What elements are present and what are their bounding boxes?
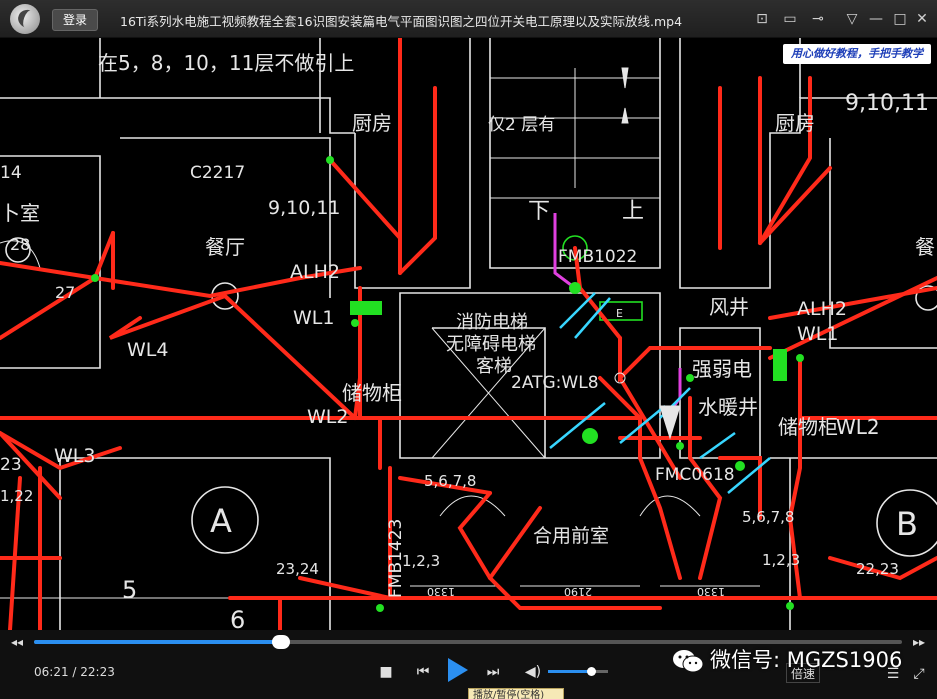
- close-icon[interactable]: ✕: [912, 9, 932, 29]
- cad-circle-b: B: [896, 505, 918, 543]
- fullscreen-icon[interactable]: ⤢: [908, 664, 930, 684]
- cad-alh2-left: ALH2: [290, 261, 340, 283]
- cad-storage-left: 储物柜: [342, 381, 402, 405]
- progress-handle[interactable]: [271, 635, 290, 649]
- panel-alh2-left: [350, 301, 382, 315]
- cad-passenger: 客梯: [476, 356, 512, 377]
- cad-e-box: E: [616, 307, 623, 320]
- cad-kitchen-right: 厨房: [775, 111, 815, 135]
- cad-dining-right: 餐: [915, 235, 935, 259]
- cad-wl1-left: WL1: [293, 307, 334, 329]
- progress-fill: [34, 640, 281, 644]
- cad-wl3: WL3: [54, 445, 95, 467]
- time-display: 06:21 / 22:23: [34, 665, 115, 679]
- cad-barrier-free: 无障碍电梯: [446, 334, 536, 355]
- next-icon[interactable]: ⏭: [484, 662, 502, 682]
- player-logo-icon[interactable]: [10, 4, 40, 34]
- cad-1-22: 1,22: [0, 487, 33, 505]
- list-icon[interactable]: ☰: [884, 664, 902, 684]
- cad-23: 23: [0, 455, 22, 475]
- volume-fill: [548, 670, 592, 673]
- previous-icon[interactable]: ⏮: [414, 662, 432, 682]
- wechat-watermark: 微信号: MGZS1906: [672, 643, 902, 677]
- cad-kitchen-left: 厨房: [352, 111, 392, 135]
- cad-fire-elevator: 消防电梯: [456, 312, 528, 333]
- cad-27: 27: [55, 283, 75, 302]
- play-tooltip: 播放/暂停(空格): [468, 688, 564, 699]
- wechat-text: 微信号: MGZS1906: [710, 648, 903, 672]
- cad-dining: 餐厅: [205, 235, 245, 259]
- cad-wind-shaft: 风井: [709, 295, 749, 319]
- cad-circle-a: A: [210, 502, 232, 540]
- cad-wl4: WL4: [127, 339, 168, 361]
- volume-handle[interactable]: [587, 667, 597, 676]
- wechat-icon: [673, 650, 704, 673]
- minimize-icon[interactable]: —: [866, 9, 886, 29]
- cad-5678-left: 5,6,7,8: [424, 472, 476, 490]
- cad-up: 上: [622, 199, 644, 224]
- login-button[interactable]: 登录: [52, 9, 98, 31]
- cad-common-front: 合用前室: [533, 525, 609, 547]
- cad-dim-1330-right: 1330: [697, 585, 725, 598]
- cad-28: 28: [10, 235, 30, 254]
- stop-icon[interactable]: ■: [378, 662, 394, 682]
- cad-alh2-right: ALH2: [797, 298, 847, 320]
- cad-storage-right: 储物柜: [778, 415, 838, 439]
- cad-fmb1423: FMB1423: [386, 519, 406, 598]
- cad-fmb1022: FMB1022: [558, 247, 637, 267]
- seek-forward-icon[interactable]: ▸▸: [910, 632, 928, 652]
- cad-fmc: FMC0618: [655, 465, 735, 485]
- play-pause-button[interactable]: [448, 658, 468, 682]
- seek-back-icon[interactable]: ◂◂: [8, 632, 26, 652]
- pin-icon[interactable]: ⊸: [808, 9, 828, 29]
- folder-icon[interactable]: ▭: [780, 9, 800, 29]
- cad-14: 14: [0, 163, 22, 183]
- cad-down: 下: [528, 199, 550, 224]
- cad-dim-2190: 2190: [564, 585, 592, 598]
- volume-icon[interactable]: ◀): [524, 662, 542, 682]
- cad-123-left: 1,2,3: [402, 552, 440, 570]
- cad-wl2-left: WL2: [307, 406, 348, 428]
- cad-bedroom-left: 卜室: [0, 201, 40, 225]
- cad-only-2f: 仅2 层有: [488, 115, 555, 135]
- cad-9-10-11-right: 9,10,11: [845, 91, 929, 116]
- panel-alh2-right: [773, 349, 787, 381]
- cad-wl1-right: WL1: [797, 323, 838, 345]
- cad-strong-weak: 强弱电: [692, 357, 752, 381]
- cad-2324: 23,24: [276, 560, 319, 578]
- cad-c2217: C2217: [190, 163, 245, 183]
- cad-drawing: 在5，8，10，11层不做引上 厨房 厨房 仅2 层有 9,10,11 9,10…: [0, 38, 937, 630]
- menu-icon[interactable]: ▽: [842, 9, 862, 29]
- cad-dim-1330-left: 1330: [427, 585, 455, 598]
- cad-top-note: 在5，8，10，11层不做引上: [98, 51, 354, 75]
- title-bar: 登录 16Ti系列水电施工视频教程全套16识图安装篇电气平面图识图之四位开关电工…: [0, 0, 937, 38]
- watermark-banner: 用心做好教程，手把手教学: [783, 44, 931, 64]
- cad-123-right: 1,2,3: [762, 551, 800, 569]
- video-frame[interactable]: 在5，8，10，11层不做引上 厨房 厨房 仅2 层有 9,10,11 9,10…: [0, 38, 937, 630]
- cad-9-10-11-mid: 9,10,11: [268, 197, 341, 219]
- cad-atg: 2ATG:WL8: [511, 373, 599, 393]
- cad-6: 6: [230, 606, 245, 630]
- cad-water-heat: 水暖井: [698, 395, 758, 419]
- cad-5678-right: 5,6,7,8: [742, 508, 794, 526]
- cad-2223: 22,23: [856, 560, 899, 578]
- volume-slider[interactable]: [548, 667, 608, 676]
- cad-wl2-right: WL2: [836, 415, 880, 439]
- cad-5: 5: [122, 576, 137, 604]
- video-title: 16Ti系列水电施工视频教程全套16识图安装篇电气平面图识图之四位开关电工原理以…: [120, 14, 683, 29]
- maximize-icon[interactable]: □: [890, 9, 910, 29]
- screenshot-icon[interactable]: ⊡: [752, 9, 772, 29]
